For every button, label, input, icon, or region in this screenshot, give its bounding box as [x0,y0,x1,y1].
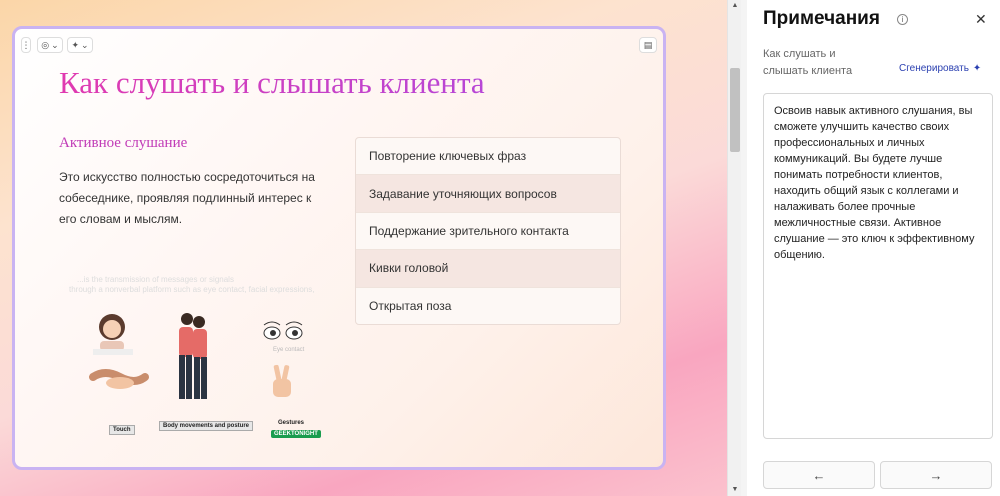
list-item[interactable]: Поддержание зрительного контакта [356,213,620,251]
chevron-down-icon: ⌄ [81,39,89,50]
slide-card[interactable]: ⋮ ◎ ⌄ ✦ ⌄ ▤ Как слушать и слышать клиента … [12,26,666,470]
vertical-scrollbar[interactable]: ▲ ▼ [727,0,741,496]
couple-figure [179,313,207,399]
touch-label: Touch [109,425,135,435]
vertical-dots-icon[interactable]: ⋮ [21,37,31,53]
palette-icon: ◎ [41,39,50,50]
previous-slide-button[interactable]: ← [763,461,875,489]
illustration-graphics [89,313,303,399]
theme-palette-button[interactable]: ◎ ⌄ [37,37,63,53]
eye-contact-figure [263,321,303,340]
list-item[interactable]: Повторение ключевых фраз [356,138,620,176]
generate-label: Сгенерировать [899,63,969,74]
notes-panel: Примечания i ✕ Как слушать и слышать кли… [747,0,1000,496]
scroll-thumb[interactable] [730,68,740,152]
scroll-down-icon[interactable]: ▼ [731,486,739,494]
sparkle-icon: ✦ [972,63,982,74]
handshake-figure [89,369,149,389]
scroll-up-icon[interactable]: ▲ [731,2,739,10]
notes-title: Примечания [763,8,880,29]
nonverbal-communication-illustration[interactable]: ...is the transmission of messages or si… [65,245,335,438]
facial-expression-figure [93,314,133,355]
list-item[interactable]: Кивки головой [356,250,620,288]
slide-subheading[interactable]: Активное слушание [59,135,187,152]
slide-title[interactable]: Как слушать и слышать клиента [59,65,485,101]
generate-button[interactable]: Сгенерировать ✦ [899,63,981,74]
sparkle-icon: ✦ [71,39,79,50]
chevron-down-icon: ⌄ [51,39,59,50]
current-slide-name: Как слушать и слышать клиента [763,48,853,77]
gestures-label: Gestures [278,420,305,426]
next-slide-button[interactable]: → [880,461,992,489]
body-movements-label: Body movements and posture [159,421,254,431]
list-item[interactable]: Открытая поза [356,288,620,325]
geektonight-logo: GEEKTONIGHT [271,430,321,438]
notes-textarea[interactable]: Освоив навык активного слушания, вы смож… [763,93,993,439]
ai-button[interactable]: ✦ ⌄ [67,37,93,53]
gesture-hand-figure [273,364,291,397]
close-icon[interactable]: ✕ [975,11,987,28]
info-icon[interactable]: i [897,14,908,25]
techniques-list[interactable]: Повторение ключевых фраз Задавание уточн… [355,137,621,325]
slide-body-text[interactable]: Это искусство полностью сосредоточиться … [59,167,321,230]
document-icon[interactable]: ▤ [639,37,657,53]
eye-contact-label: Eye contact [273,347,305,353]
list-item[interactable]: Задавание уточняющих вопросов [356,175,620,213]
